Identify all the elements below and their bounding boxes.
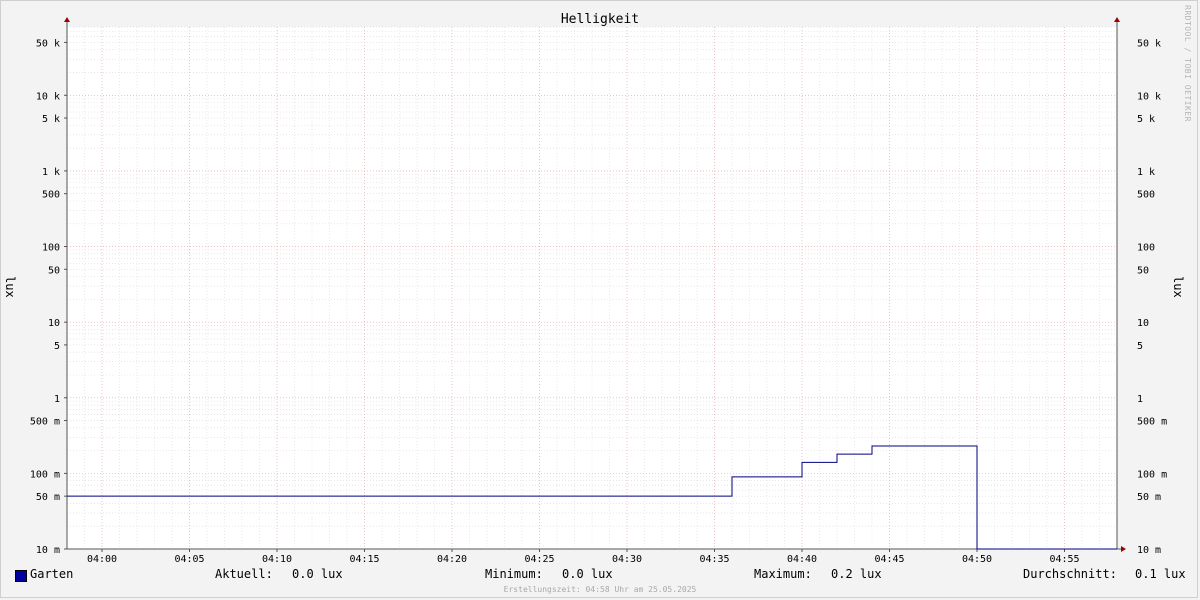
y-tick-label: 100 m bbox=[30, 469, 60, 480]
y-tick-label: 100 bbox=[42, 243, 60, 254]
x-tick-label: 04:55 bbox=[1049, 554, 1079, 565]
y-axis-label-right: lux bbox=[1171, 276, 1185, 298]
x-tick-label: 04:50 bbox=[962, 554, 992, 565]
y-tick-label: 1 k bbox=[1137, 167, 1155, 178]
y-tick-label: 50 bbox=[1137, 265, 1149, 276]
legend-avg-label: Durchschnitt: bbox=[1023, 567, 1117, 581]
y-tick-label: 1 bbox=[1137, 394, 1143, 405]
y-tick-label: 50 m bbox=[36, 492, 60, 503]
y-axis-label-left: lux bbox=[3, 276, 17, 298]
y-tick-label: 5 bbox=[54, 341, 60, 352]
x-tick-label: 04:35 bbox=[699, 554, 729, 565]
y-tick-label: 500 m bbox=[30, 417, 60, 428]
y-tick-label: 5 bbox=[1137, 341, 1143, 352]
x-tick-label: 04:05 bbox=[174, 554, 204, 565]
legend-series-name: Garten bbox=[30, 567, 74, 581]
y-tick-label: 10 bbox=[1137, 318, 1149, 329]
legend-current-value: 0.0 lux bbox=[292, 567, 343, 581]
x-tick-label: 04:10 bbox=[262, 554, 292, 565]
footer-timestamp: Erstellungszeit: 04:58 Uhr am 25.05.2025 bbox=[503, 585, 697, 594]
chart: 50 k 10 k 5 k 1 k 500 100 50 10 5 1 500 m 100 m 50 m… bbox=[30, 12, 1167, 565]
y-tick-label: 100 m bbox=[1137, 469, 1167, 480]
x-tick-label: 04:25 bbox=[524, 554, 554, 565]
legend-avg-value: 0.1 lux bbox=[1135, 567, 1186, 581]
legend-max-label: Maximum: bbox=[754, 567, 812, 581]
y-tick-label: 50 k bbox=[1137, 38, 1161, 49]
y-tick-label: 10 bbox=[48, 318, 60, 329]
y-tick-label: 500 bbox=[42, 190, 60, 201]
x-tick-label: 04:00 bbox=[87, 554, 117, 565]
y-tick-label: 10 k bbox=[1137, 91, 1161, 102]
y-tick-label: 100 bbox=[1137, 243, 1155, 254]
y-tick-label: 10 m bbox=[1137, 545, 1161, 556]
watermark: RRDTOOL / TOBI OETIKER bbox=[1183, 5, 1192, 122]
y-tick-label: 50 bbox=[48, 265, 60, 276]
y-tick-label: 1 k bbox=[42, 167, 60, 178]
y-tick-labels-left: 50 k 10 k 5 k 1 k 500 100 50 10 5 1 500 m 100 m 50 m… bbox=[30, 38, 60, 556]
y-tick-label: 5 k bbox=[1137, 114, 1155, 125]
y-tick-label: 50 k bbox=[36, 38, 60, 49]
y-tick-labels-right: 50 k 10 k 5 k 1 k 500 100 50 10 5 1 500 m 100 m 50 m… bbox=[1137, 38, 1167, 556]
y-tick-label: 10 m bbox=[36, 545, 60, 556]
y-tick-label: 500 bbox=[1137, 190, 1155, 201]
x-tick-labels: 04:00 04:05 04:10 04:15 04:20 04:25 04:30 04:35… bbox=[87, 554, 1080, 565]
y-tick-label: 1 bbox=[54, 394, 60, 405]
x-tick-label: 04:30 bbox=[612, 554, 642, 565]
legend-current-label: Aktuell: bbox=[215, 567, 273, 581]
y-tick-label: 10 k bbox=[36, 91, 60, 102]
y-tick-label: 500 m bbox=[1137, 417, 1167, 428]
x-tick-label: 04:45 bbox=[874, 554, 904, 565]
legend-min-value: 0.0 lux bbox=[562, 567, 613, 581]
y-tick-label: 50 m bbox=[1137, 492, 1161, 503]
y-axis-arrow-right bbox=[1114, 17, 1120, 22]
y-axis-arrow-left bbox=[64, 17, 70, 22]
x-tick-label: 04:15 bbox=[349, 554, 379, 565]
legend-min-label: Minimum: bbox=[485, 567, 543, 581]
legend-swatch bbox=[15, 570, 27, 582]
chart-title: Helligkeit bbox=[561, 12, 639, 27]
y-tick-label: 5 k bbox=[42, 114, 60, 125]
legend-max-value: 0.2 lux bbox=[831, 567, 882, 581]
x-tick-label: 04:20 bbox=[437, 554, 467, 565]
x-axis-arrow bbox=[1121, 546, 1126, 552]
x-tick-label: 04:40 bbox=[787, 554, 817, 565]
